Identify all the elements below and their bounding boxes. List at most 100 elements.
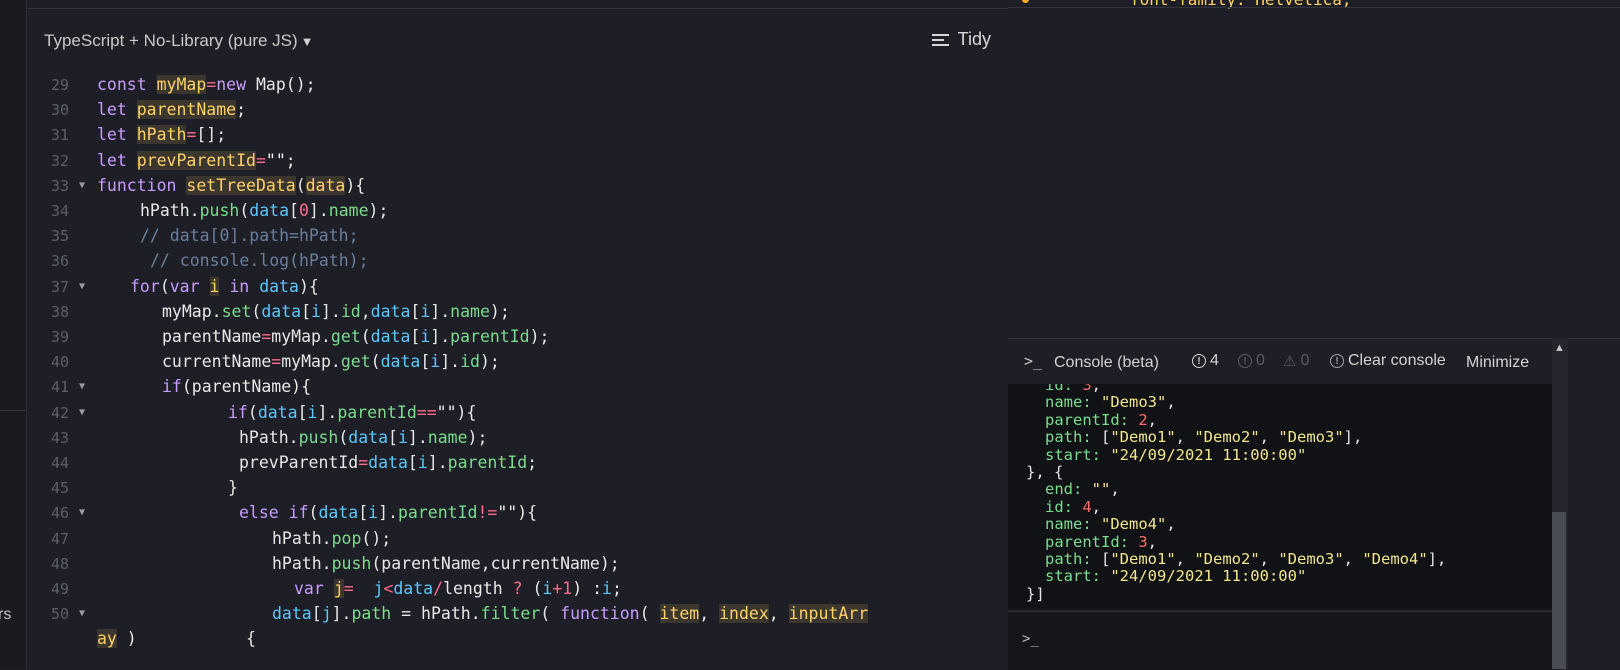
console-token: , bbox=[1259, 550, 1279, 568]
code-token: i bbox=[420, 301, 431, 321]
code-token: if bbox=[228, 402, 248, 422]
code-line[interactable]: 49 var j= j<data/length ? (i+1) :i; bbox=[27, 576, 1017, 602]
line-number: 47 bbox=[50, 529, 69, 548]
code-token: ]. bbox=[430, 301, 451, 321]
code-token: myMap. bbox=[271, 327, 331, 346]
code-token: ); bbox=[529, 327, 550, 346]
console-token: , bbox=[1343, 550, 1363, 568]
code-line[interactable]: 43 hPath.push(data[i].name); bbox=[27, 425, 1017, 451]
code-line[interactable]: 47 hPath.pop(); bbox=[27, 526, 1017, 552]
warning-counter[interactable]: ⚠ 0 bbox=[1283, 352, 1309, 370]
code-token: (parentName,currentName); bbox=[371, 553, 620, 573]
console-line: path: ["Demo1", "Demo2", "Demo3"], bbox=[1045, 428, 1362, 447]
code-token: data bbox=[370, 327, 411, 346]
code-line[interactable]: 34 hPath.push(data[0].name); bbox=[27, 198, 1017, 224]
code-token: push bbox=[199, 201, 240, 220]
code-token: item bbox=[659, 604, 700, 624]
code-token: myMap. bbox=[162, 301, 222, 321]
console-line: start: "24/09/2021 11:00:00" bbox=[1045, 568, 1306, 586]
code-token: ( bbox=[639, 604, 660, 624]
code-text: else if(data[i].parentId!=""){ bbox=[239, 500, 537, 526]
code-token: [ bbox=[311, 604, 322, 624]
code-line[interactable]: 48 hPath.push(parentName,currentName); bbox=[27, 551, 1017, 577]
info-icon: ! bbox=[1192, 354, 1206, 368]
console-input[interactable]: >_ bbox=[1008, 611, 1552, 670]
language-select[interactable]: TypeScript + No-Library (pure JS) ▼ bbox=[44, 31, 314, 51]
fold-arrow-icon[interactable]: ▼ bbox=[79, 374, 85, 400]
console-token: , bbox=[1091, 497, 1102, 516]
code-token: ){ bbox=[298, 276, 319, 296]
fold-arrow-icon[interactable]: ▼ bbox=[79, 601, 85, 627]
tidy-button[interactable]: Tidy bbox=[931, 29, 991, 50]
code-line[interactable]: 29 const myMap=new Map(); bbox=[27, 72, 1017, 98]
error-counter[interactable]: ! 0 bbox=[1238, 352, 1265, 370]
code-line[interactable]: 31 let hPath=[]; bbox=[27, 122, 1017, 148]
code-token: j bbox=[333, 579, 344, 598]
code-token: var bbox=[294, 579, 334, 598]
code-text: hPath.push(parentName,currentName); bbox=[272, 551, 620, 577]
code-line[interactable]: 30 let parentName; bbox=[27, 97, 1017, 123]
code-line[interactable]: 42 ▼ if(data[i].parentId==""){ bbox=[27, 400, 1017, 426]
fold-arrow-icon[interactable]: ▼ bbox=[79, 500, 85, 526]
code-token: ) { bbox=[116, 629, 256, 649]
code-token: ay bbox=[97, 629, 117, 649]
code-token: [ bbox=[358, 503, 369, 523]
code-token: ]. bbox=[407, 427, 428, 447]
line-number: 37 bbox=[50, 277, 69, 296]
code-token: name bbox=[427, 427, 468, 447]
code-token: i bbox=[307, 402, 318, 422]
code-line[interactable]: 37 ▼ for(var i in data){ bbox=[27, 274, 1017, 300]
code-token: currentName bbox=[162, 352, 272, 372]
line-number: 43 bbox=[50, 428, 69, 447]
code-line[interactable]: 38 myMap.set(data[i].id,data[i].name); bbox=[27, 299, 1017, 325]
code-line[interactable]: 39 parentName=myMap.get(data[i].parentId)… bbox=[27, 324, 1017, 350]
console-scrollbar-thumb[interactable] bbox=[1552, 512, 1566, 669]
code-line[interactable]: 46 ▼ else if(data[i].parentId!=""){ bbox=[27, 500, 1017, 526]
fold-arrow-icon[interactable]: ▼ bbox=[79, 274, 85, 300]
code-token: parentId bbox=[450, 327, 530, 346]
code-line[interactable]: ay ) { bbox=[27, 626, 1017, 652]
code-token: ( bbox=[295, 175, 306, 195]
code-area[interactable]: 29 const myMap=new Map(); 30 let parentName… bbox=[27, 72, 1017, 669]
fold-arrow-icon[interactable]: ▼ bbox=[79, 400, 85, 426]
fold-arrow-icon[interactable]: ▼ bbox=[79, 173, 85, 199]
code-line[interactable]: 40 currentName=myMap.get(data[i].id); bbox=[27, 349, 1017, 375]
code-text: if(parentName){ bbox=[162, 374, 311, 400]
code-token: ){ bbox=[517, 503, 538, 523]
code-token: parentName bbox=[136, 100, 237, 120]
code-line[interactable]: 41 ▼ if(parentName){ bbox=[27, 374, 1017, 400]
caret-down-icon: ▼ bbox=[300, 34, 314, 49]
clear-console-button[interactable]: ! Clear console bbox=[1330, 352, 1446, 370]
code-line[interactable]: 50 ▼ data[j].path = hPath.filter( function… bbox=[27, 601, 1017, 627]
line-number: 31 bbox=[50, 126, 69, 145]
code-token: ]. bbox=[320, 301, 341, 321]
code-token: parentId bbox=[337, 402, 417, 422]
info-counter[interactable]: ! 4 bbox=[1192, 352, 1219, 370]
code-token: ]. bbox=[378, 503, 398, 523]
minimize-button[interactable]: Minimize bbox=[1466, 354, 1529, 372]
console-scroll-up-arrow-icon[interactable]: ▲ bbox=[1554, 342, 1565, 354]
code-token: i bbox=[368, 503, 379, 523]
code-token: for bbox=[130, 276, 160, 296]
code-token: length bbox=[443, 579, 513, 598]
clear-console-label: Clear console bbox=[1348, 352, 1446, 369]
code-line[interactable]: 45} bbox=[27, 475, 1017, 501]
code-text: // data[0].path=hPath; bbox=[140, 223, 359, 249]
code-token: set bbox=[221, 301, 252, 321]
code-line[interactable]: 35 // data[0].path=hPath; bbox=[27, 223, 1017, 249]
line-number: 40 bbox=[50, 353, 69, 372]
code-line[interactable]: 36 // console.log(hPath); bbox=[27, 248, 1017, 274]
line-number: 48 bbox=[50, 554, 69, 573]
code-token: ( bbox=[251, 301, 262, 321]
code-token: [ bbox=[420, 352, 431, 372]
code-line[interactable]: 32 let prevParentId=""; bbox=[27, 148, 1017, 174]
console-token: path: bbox=[1045, 428, 1101, 447]
console-token: [ bbox=[1101, 550, 1111, 568]
code-line[interactable]: 33 ▼ function setTreeData(data){ bbox=[27, 173, 1017, 199]
code-token: i bbox=[430, 352, 441, 372]
console-token: start: bbox=[1045, 567, 1111, 586]
code-text: function setTreeData(data){ bbox=[97, 173, 365, 199]
code-line[interactable]: 44 prevParentId=data[i].parentId; bbox=[27, 450, 1017, 476]
code-token: [ bbox=[289, 201, 299, 220]
code-text: myMap.set(data[i].id,data[i].name); bbox=[162, 299, 510, 325]
